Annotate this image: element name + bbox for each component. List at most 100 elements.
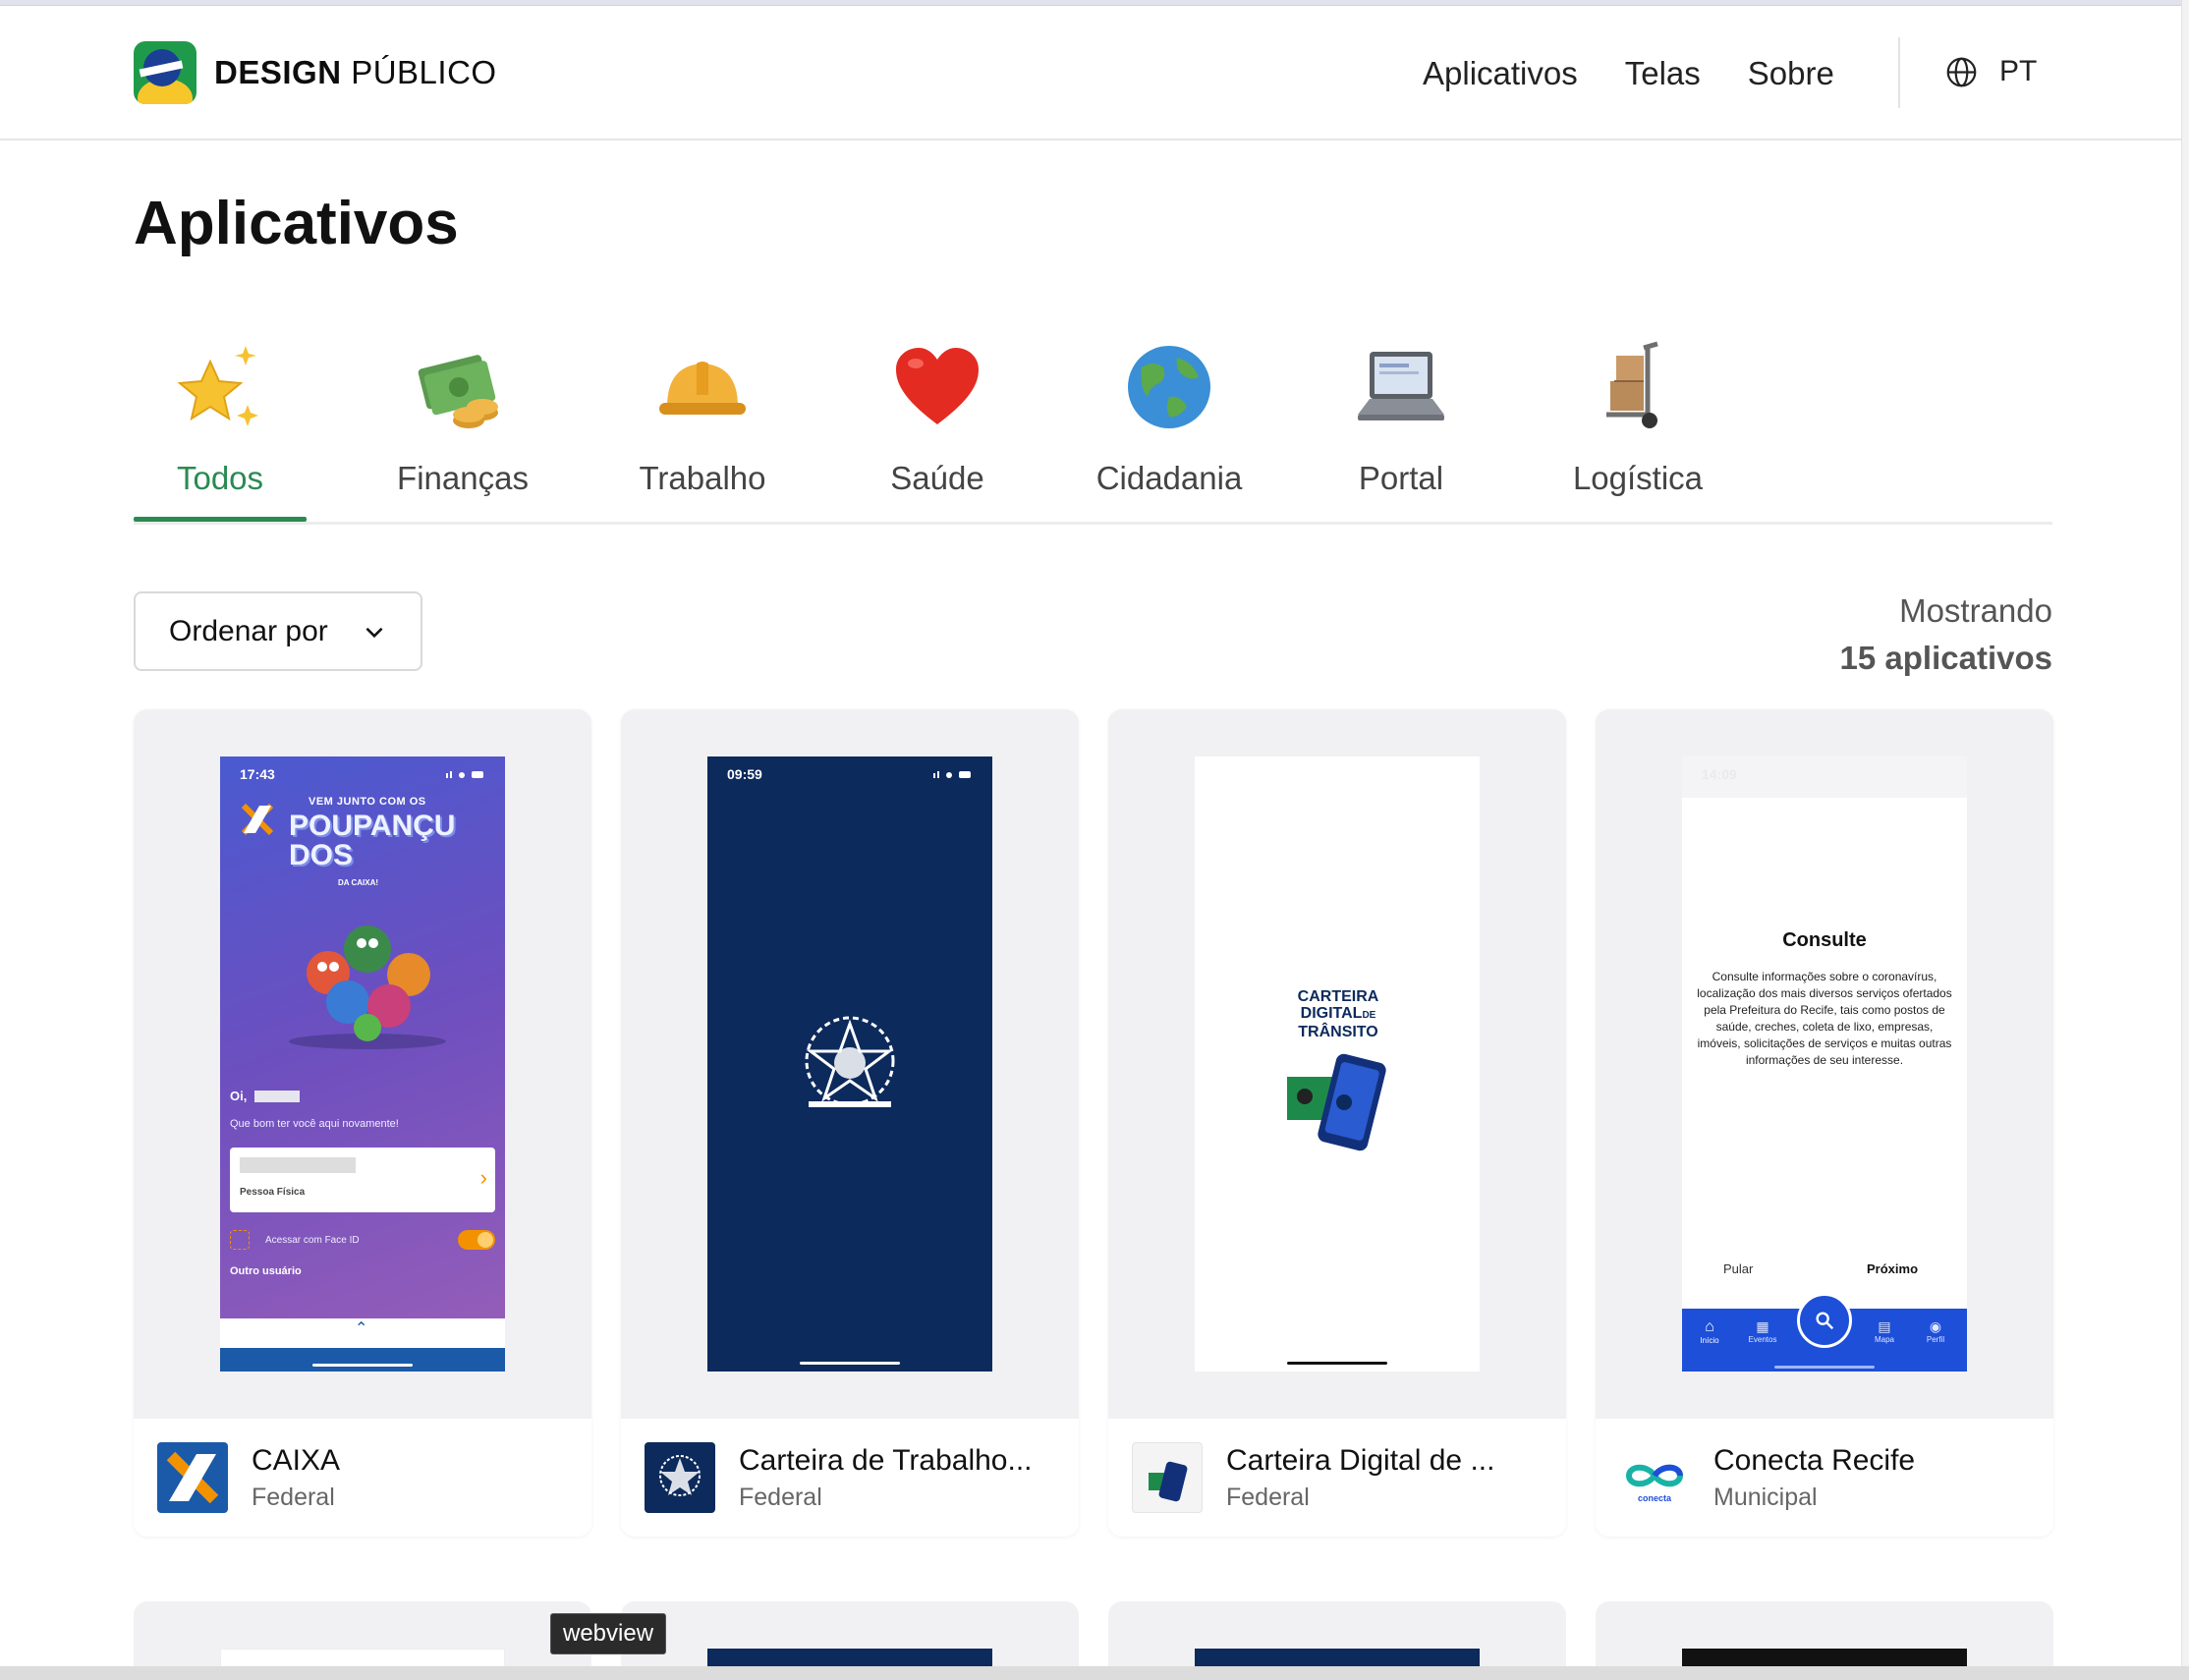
chevron-right-icon: › (479, 1165, 487, 1190)
skip-button[interactable]: Pular (1723, 1261, 1753, 1276)
tab-inicio[interactable]: ⌂ Início (1690, 1318, 1729, 1345)
nav-telas[interactable]: Telas (1625, 55, 1701, 92)
other-user-link[interactable]: Outro usuário (230, 1265, 302, 1277)
results-count: Mostrando 15 aplicativos (1840, 588, 2052, 682)
handtruck-icon (1564, 328, 1712, 446)
app-screenshot-frame: CARTEIRA DIGITALDE TRÂNSITO (1108, 709, 1566, 1419)
app-card-partial[interactable] (1596, 1601, 2053, 1674)
app-card-caixa[interactable]: 17:43 VEM JUNTO COM OS POUPANÇUDOS DA CA… (134, 709, 591, 1537)
status-time: 14:09 (1702, 766, 1737, 782)
brand-name-bold: DESIGN (214, 54, 342, 90)
account-selector[interactable]: Pessoa Física › (230, 1148, 495, 1212)
tab-eventos[interactable]: ▦ Eventos (1739, 1318, 1786, 1344)
face-id-row: Acessar com Face ID (230, 1228, 495, 1252)
page: DESIGN PÚBLICO Aplicativos Telas Sobre P… (0, 6, 2189, 1674)
status-time: 09:59 (727, 766, 762, 782)
app-card-partial[interactable] (134, 1601, 591, 1674)
chevron-down-icon (365, 627, 383, 638)
cdt-logo-line2: DIGITALDE (1300, 1005, 1376, 1022)
category-tabs: Todos Finanças Trabalho Saúde Cidadania … (134, 328, 2052, 525)
hardhat-icon (619, 328, 786, 446)
face-id-label: Acessar com Face ID (265, 1234, 360, 1246)
heart-icon (864, 328, 1011, 446)
results-count-prefix: Mostrando (1899, 592, 2052, 629)
chevron-up-icon: ⌃ (355, 1320, 368, 1337)
cdt-logo: CARTEIRA DIGITALDE TRÂNSITO (1289, 988, 1387, 1040)
scrollbar-track[interactable] (2181, 0, 2189, 1680)
app-screenshot: 09:59 (707, 756, 992, 1372)
tab-logistica[interactable]: Logística (1564, 328, 1712, 497)
app-meta: Carteira de Trabalho... Federal (621, 1419, 1079, 1537)
tab-label: Mapa (1874, 1335, 1894, 1344)
tab-financas[interactable]: Finanças (379, 328, 546, 497)
main-nav: Aplicativos Telas Sobre (1423, 55, 1881, 92)
promo-headline-top: VEM JUNTO COM OS (309, 796, 426, 808)
star-icon (134, 328, 307, 446)
app-screenshot-frame: 09:59 (621, 709, 1079, 1419)
tab-label: Logística (1572, 460, 1704, 496)
tab-label: Portal (1358, 460, 1444, 496)
cdt-logo-line3: TRÂNSITO (1298, 1024, 1378, 1040)
site-header: DESIGN PÚBLICO Aplicativos Telas Sobre P… (0, 6, 2181, 140)
next-button[interactable]: Próximo (1867, 1261, 1918, 1276)
greeting: Oi, (230, 1089, 301, 1103)
app-screenshot-frame: 17:43 VEM JUNTO COM OS POUPANÇUDOS DA CA… (134, 709, 591, 1419)
status-time: 17:43 (240, 766, 275, 782)
language-switcher[interactable]: PT (1945, 55, 2037, 88)
tab-saude[interactable]: Saúde (864, 328, 1011, 497)
home-indicator (312, 1364, 413, 1367)
app-name: Conecta Recife (1713, 1443, 1916, 1477)
greeting-text: Oi, (230, 1089, 248, 1103)
home-indicator (800, 1362, 900, 1365)
tab-label: Trabalho (639, 460, 766, 496)
sort-dropdown[interactable]: Ordenar por (134, 591, 422, 671)
tab-portal[interactable]: Portal (1334, 328, 1468, 497)
tab-perfil[interactable]: ◉ Perfil (1916, 1318, 1955, 1344)
app-meta: conecta Conecta Recife Municipal (1596, 1419, 2053, 1537)
nav-sobre[interactable]: Sobre (1748, 55, 1834, 92)
redacted-account (240, 1157, 356, 1173)
user-icon: ◉ (1929, 1318, 1942, 1334)
webview-tooltip: webview (550, 1613, 667, 1654)
globe-icon (1083, 328, 1256, 446)
globe-icon (1946, 57, 1977, 86)
app-card-partial[interactable] (1108, 1601, 1566, 1674)
search-fab[interactable] (1797, 1293, 1852, 1348)
onboarding-title: Consulte (1782, 929, 1867, 951)
page-title: Aplicativos (134, 190, 459, 257)
nav-aplicativos[interactable]: Aplicativos (1423, 55, 1578, 92)
tab-label: Início (1700, 1336, 1719, 1345)
results-count-value: 15 aplicativos (1839, 640, 2052, 676)
app-card-carteira-de-trabalho[interactable]: 09:59 Carteira de Trabalho... Federal (621, 709, 1079, 1537)
active-tab-indicator (134, 517, 307, 522)
brand-logo-icon (134, 41, 196, 104)
brand-logo[interactable]: DESIGN PÚBLICO (134, 41, 497, 104)
app-name: Carteira Digital de ... (1226, 1443, 1495, 1477)
bottom-sheet: ⌃ (220, 1318, 505, 1372)
tab-todos[interactable]: Todos (134, 328, 307, 497)
face-id-toggle[interactable] (458, 1230, 495, 1250)
app-name: Carteira de Trabalho... (739, 1443, 1033, 1477)
cdt-logo-line1: CARTEIRA (1297, 988, 1379, 1005)
app-level: Federal (739, 1483, 822, 1511)
bottom-tab-bar: ⌂ Início ▦ Eventos ▤ Mapa ◉ Perfil (1682, 1293, 1967, 1372)
tab-mapa[interactable]: ▤ Mapa (1865, 1318, 1904, 1344)
app-card-carteira-digital-de-transito[interactable]: CARTEIRA DIGITALDE TRÂNSITO Carteira Dig… (1108, 709, 1566, 1537)
mascots-illustration (289, 925, 446, 1049)
tab-label: Finanças (397, 460, 529, 496)
onboarding-sheet: Consulte Consulte informações sobre o co… (1682, 798, 1967, 1372)
nav-divider (1898, 37, 1900, 108)
laptop-icon (1334, 328, 1468, 446)
app-level: Municipal (1713, 1483, 1818, 1511)
tab-trabalho[interactable]: Trabalho (619, 328, 786, 497)
app-screenshot-frame: 14:09 Consulte Consulte informações sobr… (1596, 709, 2053, 1419)
tab-cidadania[interactable]: Cidadania (1083, 328, 1256, 497)
app-card-partial[interactable] (621, 1601, 1079, 1674)
brand-name: DESIGN PÚBLICO (214, 54, 497, 91)
conecta-recife-app-icon: conecta (1619, 1442, 1690, 1513)
status-icons (933, 771, 971, 778)
app-card-conecta-recife[interactable]: 14:09 Consulte Consulte informações sobr… (1596, 709, 2053, 1537)
browser-bottom-edge (0, 1666, 2189, 1680)
tab-label: Todos (176, 460, 264, 496)
welcome-text: Que bom ter você aqui novamente! (230, 1118, 399, 1130)
